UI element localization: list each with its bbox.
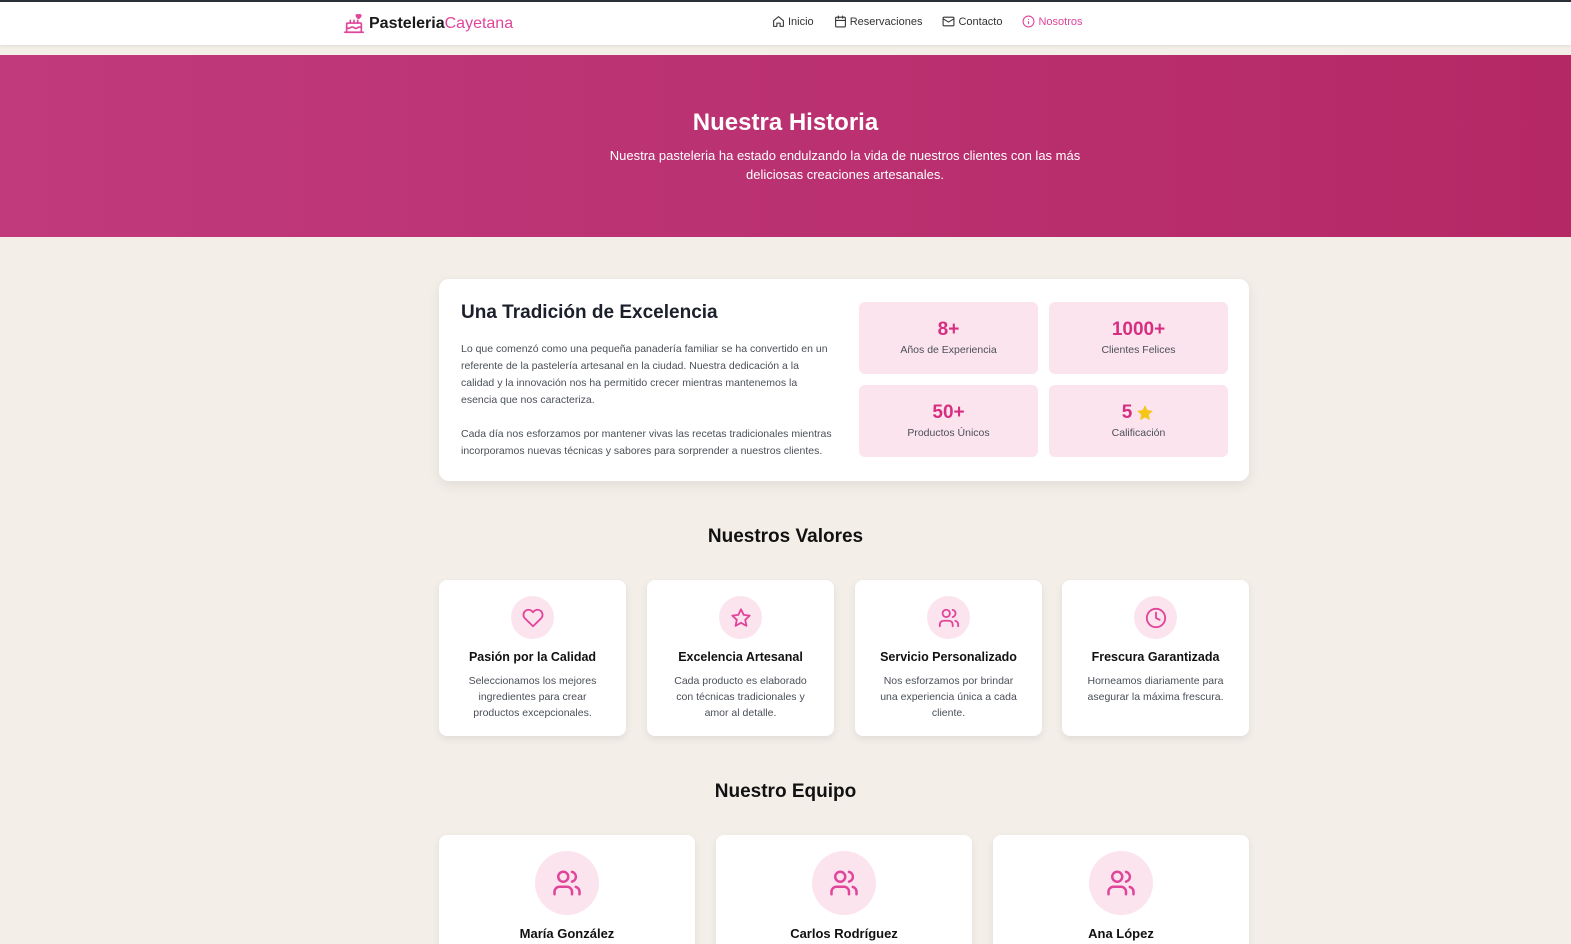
brand-name: Pasteleria bbox=[369, 15, 445, 32]
team-card: Carlos Rodríguez bbox=[716, 835, 972, 944]
value-description: Nos esforzamos por brindar una experienc… bbox=[880, 675, 1017, 719]
stat-card-products: 50+ Productos Únicos bbox=[859, 385, 1038, 457]
team-card: Ana López bbox=[993, 835, 1249, 944]
value-title: Excelencia Artesanal bbox=[678, 650, 803, 664]
nav-item-inicio[interactable]: Inicio bbox=[772, 15, 814, 28]
avatar bbox=[812, 851, 876, 915]
story-title: Una Tradición de Excelencia bbox=[461, 302, 718, 323]
value-description: Cada producto es elaborado con técnicas … bbox=[674, 675, 807, 719]
story-paragraph: Cada día nos esforzamos por mantener viv… bbox=[461, 428, 832, 457]
avatar bbox=[1089, 851, 1153, 915]
users-icon bbox=[1107, 870, 1135, 896]
stat-card-clients: 1000+ Clientes Felices bbox=[1049, 302, 1228, 374]
value-description: Seleccionamos los mejores ingredientes p… bbox=[468, 675, 597, 719]
stat-card-rating: 5 Calificación bbox=[1049, 385, 1228, 457]
users-icon bbox=[830, 870, 858, 896]
stat-card-years: 8+ Años de Experiencia bbox=[859, 302, 1038, 374]
stat-label: Clientes Felices bbox=[1101, 344, 1176, 356]
brand-logo-link[interactable]: Pasteleria Cayetana bbox=[343, 10, 513, 38]
home-icon bbox=[773, 16, 784, 27]
users-icon bbox=[553, 870, 581, 896]
heart-icon bbox=[522, 608, 543, 627]
team-member-name: Ana López bbox=[1088, 926, 1154, 941]
nav-item-reservaciones[interactable]: Reservaciones bbox=[834, 15, 923, 28]
story-card: Una Tradición de Excelencia Lo que comen… bbox=[439, 279, 1249, 481]
stat-label: Años de Experiencia bbox=[900, 344, 997, 356]
hero-subtitle: Nuestra pasteleria ha estado endulzando … bbox=[609, 148, 1081, 182]
info-icon bbox=[1023, 15, 1035, 28]
clock-icon bbox=[1145, 607, 1166, 628]
value-description: Horneamos diariamente para asegurar la m… bbox=[1087, 675, 1224, 703]
brand-name-suffix: Cayetana bbox=[444, 15, 514, 32]
stat-value: 50+ bbox=[932, 402, 965, 423]
calendar-icon bbox=[834, 15, 846, 28]
nav-item-label: Reservaciones bbox=[849, 15, 923, 28]
nav-item-label: Inicio bbox=[788, 15, 814, 28]
avatar bbox=[535, 851, 599, 915]
star-outline-icon bbox=[730, 607, 751, 627]
story-paragraph: Lo que comenzó como una pequeña panaderí… bbox=[461, 343, 828, 406]
cake-icon bbox=[344, 13, 364, 34]
stat-label: Calificación bbox=[1111, 427, 1166, 439]
value-card-artisan: Excelencia Artesanal Cada producto es el… bbox=[647, 580, 834, 736]
value-title: Servicio Personalizado bbox=[880, 650, 1017, 664]
team-member-name: María González bbox=[519, 926, 615, 941]
team-card: María González bbox=[439, 835, 695, 944]
team-member-name: Carlos Rodríguez bbox=[790, 926, 898, 941]
stat-value: 8+ bbox=[937, 319, 960, 340]
navbar: Pasteleria Cayetana Inicio Reservaciones … bbox=[0, 2, 1571, 45]
nav-item-contacto[interactable]: Contacto bbox=[942, 15, 1002, 28]
mail-icon bbox=[942, 16, 955, 27]
main-nav: Inicio Reservaciones Contacto Nosotros bbox=[772, 15, 1103, 28]
value-card-freshness: Frescura Garantizada Horneamos diariamen… bbox=[1062, 580, 1249, 736]
value-title: Pasión por la Calidad bbox=[468, 650, 597, 664]
users-icon bbox=[938, 608, 959, 627]
hero-banner: Nuestra Historia Nuestra pasteleria ha e… bbox=[0, 55, 1571, 237]
nav-item-nosotros[interactable]: Nosotros bbox=[1022, 15, 1083, 28]
stat-value: 5 bbox=[1049, 402, 1228, 424]
values-section-title: Nuestros Valores bbox=[707, 526, 864, 547]
value-card-service: Servicio Personalizado Nos esforzamos po… bbox=[855, 580, 1042, 736]
team-section-title: Nuestro Equipo bbox=[714, 781, 857, 802]
value-title: Frescura Garantizada bbox=[1091, 650, 1220, 664]
star-icon bbox=[1137, 405, 1154, 421]
hero-title: Nuestra Historia bbox=[692, 109, 879, 136]
stat-value: 1000+ bbox=[1111, 319, 1166, 340]
stat-label: Productos Únicos bbox=[907, 427, 990, 439]
nav-item-label: Contacto bbox=[958, 15, 1003, 28]
value-card-quality: Pasión por la Calidad Seleccionamos los … bbox=[439, 580, 626, 736]
nav-item-label: Nosotros bbox=[1038, 15, 1083, 28]
